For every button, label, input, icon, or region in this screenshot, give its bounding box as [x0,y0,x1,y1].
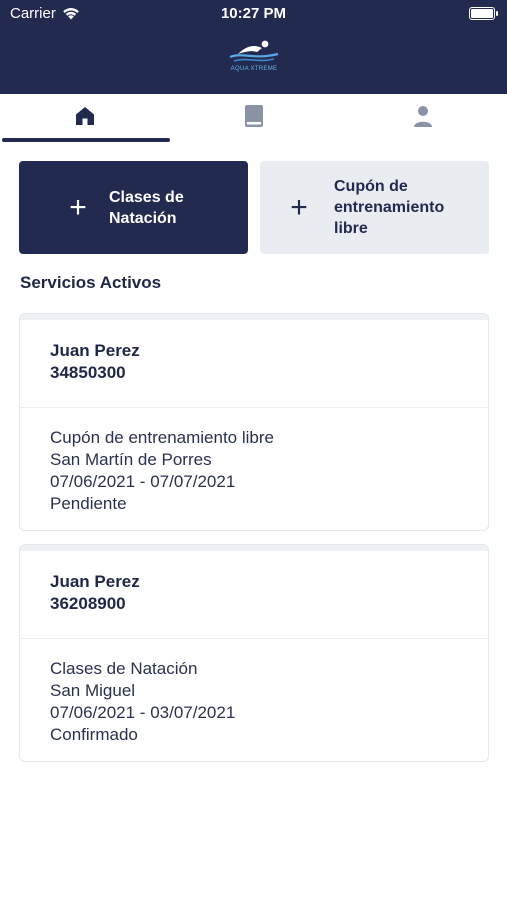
section-title: Servicios Activos [20,273,162,292]
service-type: Cupón de entrenamiento libre [50,428,274,447]
tab-bar [0,94,507,144]
client-name: Juan Perez [50,341,140,360]
card-body: Clases de Natación San Miguel 07/06/2021… [20,639,488,746]
service-dates: 07/06/2021 - 03/07/2021 [50,703,236,722]
logo-text: AQUA XTREME [230,66,278,72]
service-card[interactable]: Juan Perez 34850300 Cupón de entrenamien… [19,313,489,531]
app-header: Carrier 10:27 PM AQUA XTREME [0,0,507,94]
brand-logo: AQUA XTREME [224,38,284,72]
client-document: 34850300 [50,363,126,382]
add-free-training-label: Cupón de entrenamiento libre [334,178,445,237]
service-dates: 07/06/2021 - 07/07/2021 [50,472,236,491]
status-bar: Carrier 10:27 PM [0,0,507,28]
book-icon [244,105,263,127]
service-card[interactable]: Juan Perez 36208900 Clases de Natación S… [19,544,489,762]
plus-icon: + [69,190,87,224]
user-icon [413,106,432,127]
card-header: Juan Perez 36208900 [20,551,488,639]
add-swim-classes-label: Clases de Natación [109,188,184,227]
service-type: Clases de Natación [50,659,198,678]
tab-home[interactable] [0,94,169,138]
card-header: Juan Perez 34850300 [20,320,488,408]
service-location: San Martín de Porres [50,450,212,469]
plus-icon: + [290,190,308,224]
add-swim-classes-button[interactable]: + Clases de Natación [19,161,248,254]
swimmer-logo-icon [229,40,279,62]
tab-profile[interactable] [338,94,507,138]
service-location: San Miguel [50,681,136,700]
battery-icon [469,7,498,20]
tab-book[interactable] [169,94,338,138]
service-status: Pendiente [50,494,127,513]
service-status: Confirmado [50,725,138,744]
home-icon [75,107,94,125]
client-name: Juan Perez [50,572,140,591]
card-body: Cupón de entrenamiento libre San Martín … [20,408,488,515]
status-time: 10:27 PM [220,5,287,22]
add-free-training-button[interactable]: + Cupón de entrenamiento libre [260,161,489,254]
active-tab-indicator [2,138,170,142]
client-document: 36208900 [50,594,126,613]
